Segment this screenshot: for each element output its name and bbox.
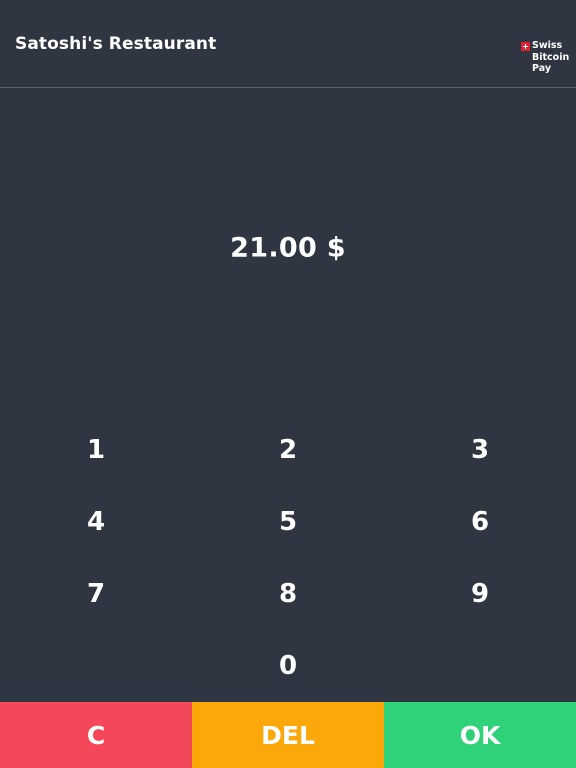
brand-logo: Swiss Bitcoin Pay xyxy=(521,40,573,78)
key-2[interactable]: 2 xyxy=(192,414,384,486)
keypad-empty-slot xyxy=(384,630,576,702)
merchant-name: Satoshi's Restaurant xyxy=(15,34,217,54)
clear-button[interactable]: C xyxy=(0,702,192,768)
brand-line-1: Swiss xyxy=(532,40,563,51)
brand-line-2: Bitcoin xyxy=(532,51,570,63)
key-9[interactable]: 9 xyxy=(384,558,576,630)
keypad-empty-slot xyxy=(0,630,192,702)
header-bar: Satoshi's Restaurant Swiss Bitcoin Pay xyxy=(0,0,576,88)
numeric-keypad: 1 2 3 4 5 6 7 8 9 0 xyxy=(0,414,576,702)
key-5[interactable]: 5 xyxy=(192,486,384,558)
action-bar: C DEL OK xyxy=(0,702,576,768)
key-4[interactable]: 4 xyxy=(0,486,192,558)
key-8[interactable]: 8 xyxy=(192,558,384,630)
key-0[interactable]: 0 xyxy=(192,630,384,702)
ok-button[interactable]: OK xyxy=(384,702,576,768)
delete-button[interactable]: DEL xyxy=(192,702,384,768)
brand-line-3: Pay xyxy=(532,63,552,74)
key-1[interactable]: 1 xyxy=(0,414,192,486)
key-7[interactable]: 7 xyxy=(0,558,192,630)
brand-text: Swiss Bitcoin Pay xyxy=(532,40,569,75)
key-6[interactable]: 6 xyxy=(384,486,576,558)
key-3[interactable]: 3 xyxy=(384,414,576,486)
amount-display: 21.00 $ xyxy=(230,232,346,264)
pos-app: Satoshi's Restaurant Swiss Bitcoin Pay 2… xyxy=(0,0,576,768)
swiss-flag-icon xyxy=(521,42,530,51)
